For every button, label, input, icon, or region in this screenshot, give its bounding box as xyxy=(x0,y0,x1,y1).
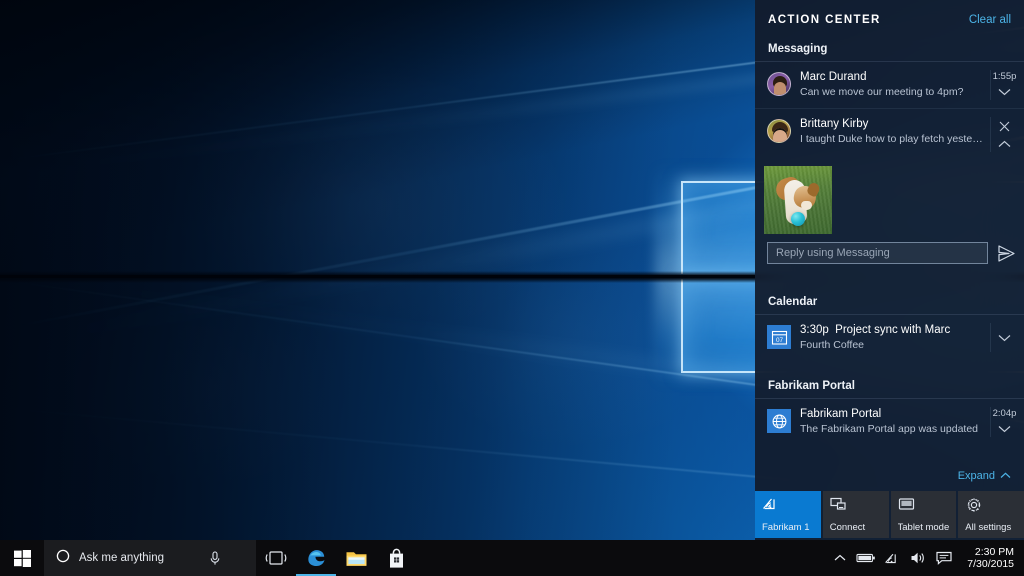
expand-label: Expand xyxy=(958,470,995,482)
avatar xyxy=(767,119,791,143)
search-input[interactable]: Ask me anything xyxy=(79,552,164,564)
action-center-header: ACTION CENTER Clear all xyxy=(755,0,1024,36)
reply-input[interactable] xyxy=(767,242,988,264)
globe-icon xyxy=(767,409,791,433)
notification-message: Can we move our meeting to 4pm? xyxy=(800,85,986,99)
expand-button[interactable]: Expand xyxy=(755,462,1024,491)
notification-actions xyxy=(990,117,1018,152)
chevron-down-icon[interactable] xyxy=(998,86,1011,100)
chevron-up-icon xyxy=(1000,470,1011,482)
chevron-down-icon[interactable] xyxy=(998,332,1011,346)
show-hidden-icons-chevron-up-icon[interactable] xyxy=(827,540,853,576)
notification-timestamp: 2:04p xyxy=(993,408,1017,420)
svg-text:07: 07 xyxy=(775,337,783,344)
event-line: 3:30p Project sync with Marc xyxy=(800,323,986,337)
notifications-list[interactable]: Messaging Marc Durand Can we move our me… xyxy=(755,36,1024,462)
section-header-messaging: Messaging xyxy=(755,36,1024,62)
notification-actions: 1:55p xyxy=(990,70,1018,100)
notification-timestamp: 1:55p xyxy=(993,71,1017,83)
photo-dog-snout xyxy=(801,201,812,210)
microphone-icon[interactable] xyxy=(209,551,221,566)
wifi-icon[interactable] xyxy=(879,540,905,576)
start-button[interactable] xyxy=(0,540,44,576)
clock-time: 2:30 PM xyxy=(975,546,1014,559)
section-header-fabrikam-portal: Fabrikam Portal xyxy=(755,373,1024,399)
action-center-footer: Expand Fabrik xyxy=(755,462,1024,540)
microsoft-store-icon[interactable] xyxy=(376,540,416,576)
notification-message: I taught Duke how to play fetch yesterda… xyxy=(800,132,986,146)
notification-sender: Brittany Kirby xyxy=(800,117,986,131)
notification-fabrikam-portal[interactable]: Fabrikam Portal The Fabrikam Portal app … xyxy=(755,399,1024,445)
inline-reply-row xyxy=(755,236,1024,276)
pinned-apps xyxy=(256,540,416,576)
notification-content: Marc Durand Can we move our meeting to 4… xyxy=(791,70,990,100)
action-center-title: ACTION CENTER xyxy=(768,14,881,26)
notification-app-name: Fabrikam Portal xyxy=(800,407,986,421)
event-title: Project sync with Marc xyxy=(835,324,950,336)
battery-icon[interactable] xyxy=(853,540,879,576)
avatar xyxy=(767,72,791,96)
gear-icon xyxy=(965,497,983,513)
close-icon[interactable] xyxy=(999,121,1010,135)
notification-marc-durand[interactable]: Marc Durand Can we move our meeting to 4… xyxy=(755,62,1024,108)
system-tray xyxy=(827,540,961,576)
notification-actions: 2:04p xyxy=(990,407,1018,437)
quick-action-label: All settings xyxy=(965,522,1017,533)
search-box[interactable]: Ask me anything xyxy=(44,540,256,576)
quick-actions-grid: Fabrikam 1 Connect xyxy=(755,491,1024,540)
section-spacer xyxy=(755,276,1024,289)
photo-ball xyxy=(791,212,805,226)
quick-action-connect[interactable]: Connect xyxy=(823,491,889,538)
notification-sender: Marc Durand xyxy=(800,70,986,84)
notification-content: Fabrikam Portal The Fabrikam Portal app … xyxy=(791,407,990,437)
quick-action-label: Fabrikam 1 xyxy=(762,522,814,533)
taskbar: Ask me anything xyxy=(0,540,1024,576)
send-icon[interactable] xyxy=(996,245,1016,262)
calendar-icon: 07 xyxy=(767,325,791,349)
section-header-calendar: Calendar xyxy=(755,289,1024,315)
notification-brittany-kirby[interactable]: Brittany Kirby I taught Duke how to play… xyxy=(755,108,1024,160)
event-time: 3:30p xyxy=(800,324,829,336)
clear-all-button[interactable]: Clear all xyxy=(969,14,1011,26)
cortana-circle-icon xyxy=(56,549,70,568)
connect-icon xyxy=(830,497,848,513)
notification-actions xyxy=(990,323,1018,352)
action-center-icon[interactable] xyxy=(931,540,957,576)
speaker-icon[interactable] xyxy=(905,540,931,576)
quick-action-fabrikam-1[interactable]: Fabrikam 1 xyxy=(755,491,821,538)
chevron-down-icon[interactable] xyxy=(998,423,1011,437)
notification-content: 3:30p Project sync with Marc Fourth Coff… xyxy=(791,323,990,352)
microsoft-edge-icon[interactable] xyxy=(296,540,336,576)
quick-action-all-settings[interactable]: All settings xyxy=(958,491,1024,538)
event-location: Fourth Coffee xyxy=(800,338,986,352)
quick-action-tablet-mode[interactable]: Tablet mode xyxy=(891,491,957,538)
clock[interactable]: 2:30 PM 7/30/2015 xyxy=(961,546,1024,571)
chevron-up-icon[interactable] xyxy=(998,138,1011,152)
tabletmode-icon xyxy=(898,497,916,513)
action-center-panel: ACTION CENTER Clear all Messaging Marc D… xyxy=(755,0,1024,540)
file-explorer-icon[interactable] xyxy=(336,540,376,576)
notification-content: Brittany Kirby I taught Duke how to play… xyxy=(791,117,990,152)
notification-attachment-photo[interactable] xyxy=(764,166,832,234)
quick-action-label: Tablet mode xyxy=(898,522,950,533)
screen: ACTION CENTER Clear all Messaging Marc D… xyxy=(0,0,1024,576)
notification-calendar-event[interactable]: 07 3:30p Project sync with Marc Fourth C… xyxy=(755,315,1024,360)
wifi-icon xyxy=(762,497,780,513)
task-view-icon[interactable] xyxy=(256,540,296,576)
notification-message: The Fabrikam Portal app was updated xyxy=(800,422,986,436)
clock-date: 7/30/2015 xyxy=(967,558,1014,571)
section-spacer xyxy=(755,360,1024,373)
quick-action-label: Connect xyxy=(830,522,882,533)
